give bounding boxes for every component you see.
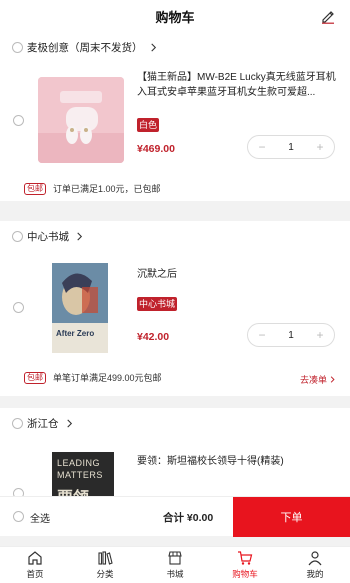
select-all-label[interactable]: 全选 <box>30 510 50 525</box>
decrease-button[interactable]: − <box>256 140 268 154</box>
shipping-promo: 包邮 单笔订单满足499.00元包邮 <box>24 371 162 384</box>
quantity-value[interactable]: 1 <box>288 330 294 341</box>
tab-cart[interactable]: 购物车 <box>210 547 280 583</box>
checkout-bar: 全选 合计 ¥0.00 下单 <box>0 496 350 537</box>
product-variant-tag: 白色 <box>137 118 160 132</box>
tab-label: 首页 <box>26 569 44 579</box>
tab-category[interactable]: 分类 <box>70 547 140 583</box>
tab-bookstore[interactable]: 书城 <box>140 547 210 583</box>
chevron-right-icon <box>150 43 156 51</box>
page-title: 购物车 <box>155 9 195 25</box>
header: 购物车 <box>0 0 350 32</box>
book-cover-text: After Zero <box>56 329 95 338</box>
item-select-radio[interactable] <box>13 488 24 496</box>
store-icon <box>168 551 182 565</box>
item-select-radio[interactable] <box>13 302 24 313</box>
product-price: ¥469.00 <box>137 143 175 155</box>
total-price: 合计 ¥0.00 <box>163 512 214 524</box>
shipping-promo: 包邮 订单已满足1.00元，已包邮 <box>24 182 161 195</box>
store-name: 中心书城 <box>27 230 69 243</box>
store-select-radio[interactable] <box>12 230 23 242</box>
product-image[interactable] <box>38 77 124 163</box>
book-cover-text: MATTERS <box>57 470 103 480</box>
select-all-radio[interactable] <box>13 511 24 522</box>
store-select-radio[interactable] <box>12 41 23 53</box>
category-icon <box>98 551 113 565</box>
tab-label: 购物车 <box>232 569 258 579</box>
place-order-button[interactable]: 下单 <box>233 497 350 537</box>
free-shipping-badge: 包邮 <box>24 182 46 195</box>
place-order-label: 下单 <box>280 512 303 524</box>
store-header[interactable]: 中心书城 <box>0 221 350 251</box>
store-tag: 中心书城 <box>137 297 178 311</box>
increase-button[interactable]: + <box>314 140 326 154</box>
store-card: 中心书城 After Zero 沉默之后 中心书城 ¥42.00 − 1 + 包… <box>0 221 350 396</box>
store-card: 浙江仓 LEADING MATTERS 要领 要领：斯坦福校长领导十得(精装) <box>0 408 350 496</box>
product-title[interactable]: 【猫王新品】MW-B2E Lucky真无线蓝牙耳机 入耳式安卓苹果蓝牙耳机女生款… <box>137 70 337 100</box>
item-select-radio[interactable] <box>13 115 24 126</box>
promo-text: 订单已满足1.00元，已包邮 <box>53 184 161 194</box>
chevron-right-icon <box>330 376 335 383</box>
store-header[interactable]: 浙江仓 <box>0 408 350 438</box>
quantity-stepper[interactable]: − 1 + <box>247 135 335 159</box>
chevron-right-icon <box>77 232 83 240</box>
decrease-button[interactable]: − <box>256 328 268 342</box>
tab-profile[interactable]: 我的 <box>280 547 350 583</box>
product-title[interactable]: 要领：斯坦福校长领导十得(精装) <box>137 454 337 469</box>
tab-label: 书城 <box>166 569 184 579</box>
increase-button[interactable]: + <box>314 328 326 342</box>
book-cover-text: LEADING <box>57 458 101 468</box>
book-cover-text: 要领 <box>57 484 89 496</box>
store-name: 麦极创意（周末不发货） <box>27 41 143 54</box>
store-select-radio[interactable] <box>12 417 23 429</box>
add-more-label: 去凑单 <box>299 375 327 385</box>
chevron-right-icon <box>66 419 72 427</box>
product-price: ¥42.00 <box>137 331 170 343</box>
home-icon <box>28 551 42 565</box>
book-cover-image[interactable]: After Zero <box>52 263 108 353</box>
quantity-stepper[interactable]: − 1 + <box>247 323 335 347</box>
cart-list[interactable]: 麦极创意（周末不发货） 【猫王新品】MW-B2E Lucky真无线蓝牙耳机 入耳… <box>0 32 350 496</box>
tab-home[interactable]: 首页 <box>0 547 70 583</box>
quantity-value[interactable]: 1 <box>288 142 294 153</box>
free-shipping-badge: 包邮 <box>24 371 46 384</box>
store-header[interactable]: 麦极创意（周末不发货） <box>0 32 350 62</box>
tab-label: 我的 <box>306 569 324 579</box>
tab-label: 分类 <box>96 569 114 579</box>
book-cover-image[interactable]: LEADING MATTERS 要领 <box>52 452 114 496</box>
bottom-tabbar: 首页 分类 书城 购物车 我的 <box>0 546 350 583</box>
edit-icon[interactable] <box>320 8 336 24</box>
add-more-link[interactable]: 去凑单 <box>300 373 336 386</box>
cart-icon <box>238 551 253 565</box>
store-name: 浙江仓 <box>27 417 59 430</box>
store-card: 麦极创意（周末不发货） 【猫王新品】MW-B2E Lucky真无线蓝牙耳机 入耳… <box>0 32 350 201</box>
product-title[interactable]: 沉默之后 <box>137 267 337 282</box>
profile-icon <box>308 551 322 566</box>
promo-text: 单笔订单满足499.00元包邮 <box>53 373 162 383</box>
